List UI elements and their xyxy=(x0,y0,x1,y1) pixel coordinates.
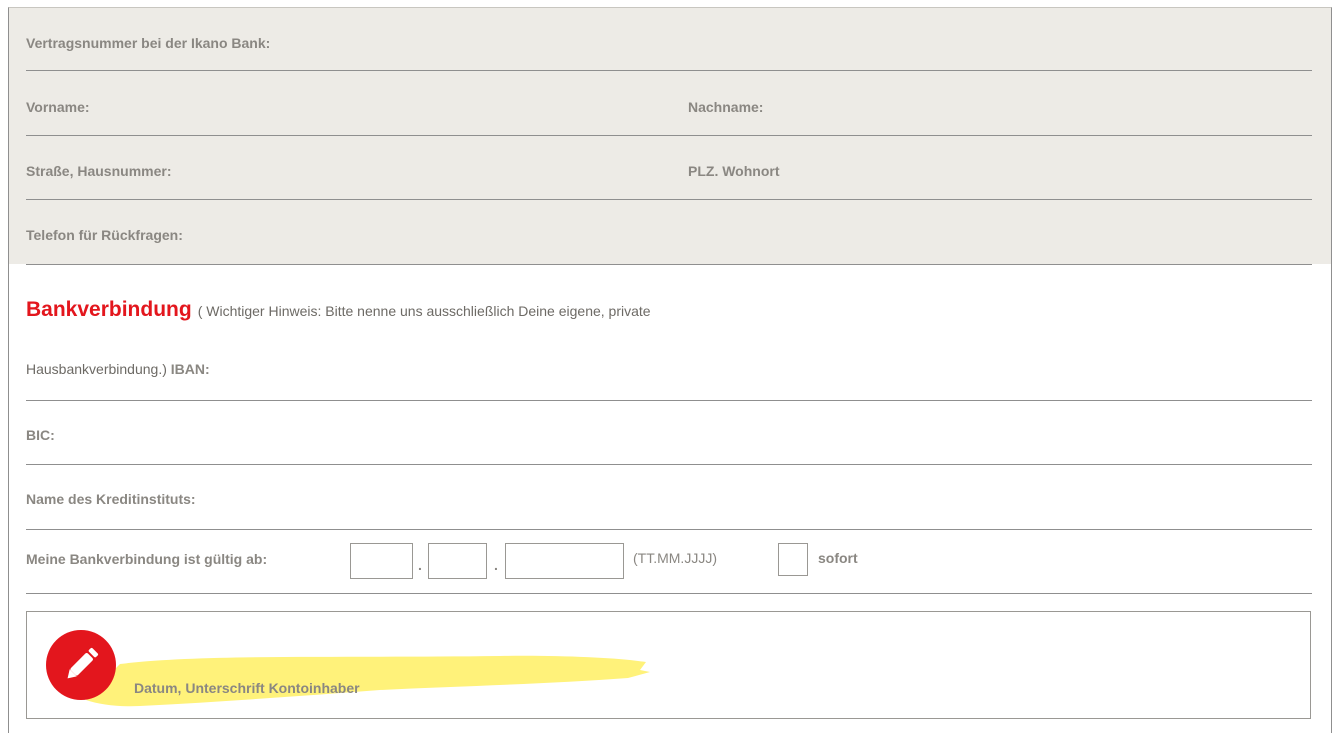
contract-number-label: Vertragsnummer bei der Ikano Bank: xyxy=(26,35,271,51)
immediately-label: sofort xyxy=(818,550,858,566)
bank-notice: ( Wichtiger Hinweis: Bitte nenne uns aus… xyxy=(197,303,651,319)
bank-heading-line: Bankverbindung ( Wichtiger Hinweis: Bitte… xyxy=(26,298,651,322)
divider xyxy=(26,593,1312,594)
pencil-icon-badge xyxy=(46,630,116,700)
date-separator: . xyxy=(418,557,422,573)
signature-label: Datum, Unterschrift Kontoinhaber xyxy=(134,680,360,696)
phone-label: Telefon für Rückfragen: xyxy=(26,227,183,243)
iban-line: Hausbankverbindung.) IBAN: xyxy=(26,361,210,377)
divider xyxy=(26,264,1312,265)
valid-from-label: Meine Bankverbindung ist gültig ab: xyxy=(26,551,268,567)
pencil-icon xyxy=(67,647,99,679)
bank-section-title: Bankverbindung xyxy=(26,298,192,321)
date-separator: . xyxy=(494,557,498,573)
institute-label: Name des Kreditinstituts: xyxy=(26,491,196,507)
divider xyxy=(26,464,1312,465)
year-input[interactable] xyxy=(505,543,624,579)
iban-label: IBAN: xyxy=(170,361,210,377)
immediately-checkbox[interactable] xyxy=(778,543,808,576)
first-name-label: Vorname: xyxy=(26,99,90,115)
divider xyxy=(26,135,1312,136)
month-input[interactable] xyxy=(428,543,487,579)
day-input[interactable] xyxy=(350,543,413,579)
date-format-hint: (TT.MM.JJJJ) xyxy=(633,550,717,566)
bank-notice-continued: Hausbankverbindung.) xyxy=(26,361,167,377)
last-name-label: Nachname: xyxy=(688,99,764,115)
divider xyxy=(26,400,1312,401)
bic-label: BIC: xyxy=(26,427,55,443)
zip-city-label: PLZ. Wohnort xyxy=(688,163,780,179)
divider xyxy=(26,199,1312,200)
street-label: Straße, Hausnummer: xyxy=(26,163,172,179)
divider xyxy=(26,529,1312,530)
divider xyxy=(26,70,1312,71)
